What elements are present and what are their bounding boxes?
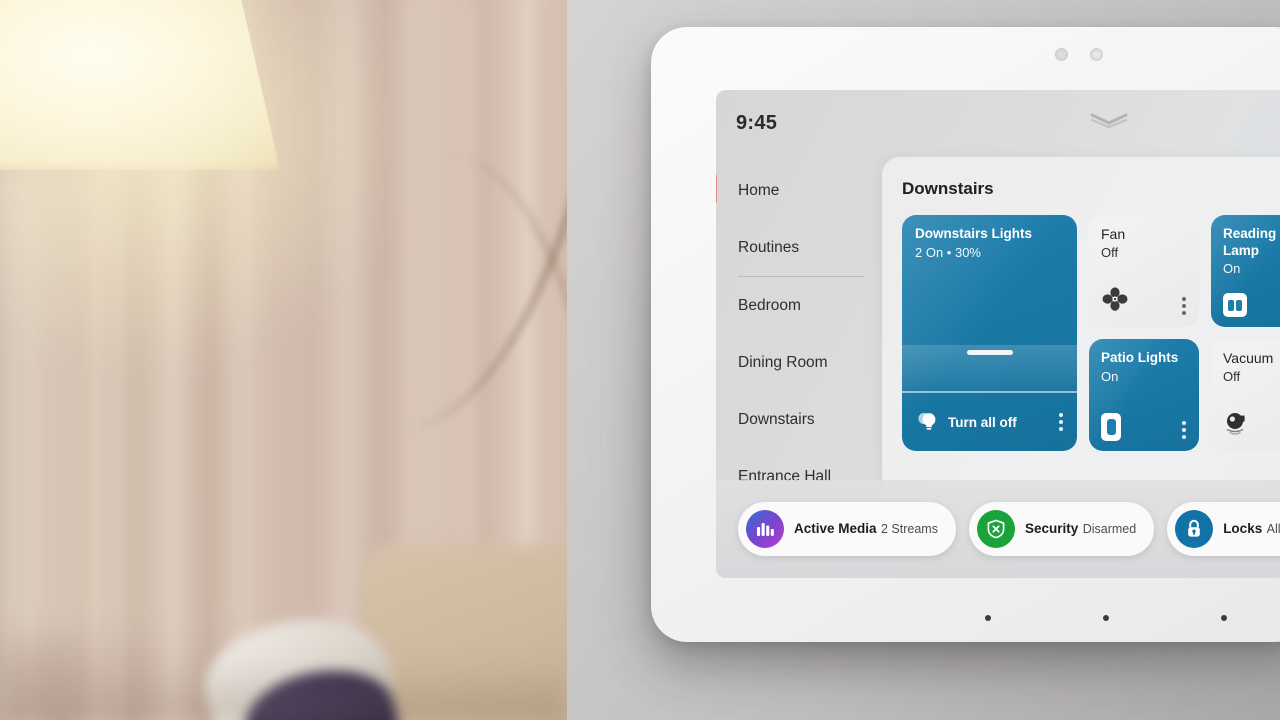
lightbulb-icon (915, 409, 939, 436)
chip-active-media[interactable]: Active Media 2 Streams (738, 502, 956, 556)
camera-icon (1055, 48, 1068, 61)
sensor-cluster (1055, 48, 1103, 61)
shield-x-icon (976, 510, 1015, 548)
sidebar-item-label: Home (738, 181, 780, 199)
chip-text: Locks All locked (1223, 520, 1280, 538)
lamp-shade-icon (0, 0, 280, 170)
tile-label: Vacuum (1223, 350, 1274, 366)
light-switch-icon[interactable] (1101, 413, 1121, 441)
chip-text: Active Media 2 Streams (794, 520, 938, 538)
sidebar-item-label: Bedroom (738, 296, 801, 314)
chevron-down-icon[interactable] (1088, 112, 1130, 128)
chip-title: Locks (1223, 521, 1263, 536)
sidebar-item-label: Downstairs (738, 410, 815, 428)
tile-state: 2 On • 30% (915, 244, 981, 260)
tile-state: Off (1223, 369, 1241, 385)
sidebar-item-routines[interactable]: Routines (716, 219, 882, 276)
status-bar: 9:45 (716, 90, 1280, 152)
tile-column-middle: Fan Off Patio Lights On (1089, 215, 1199, 451)
bezel-dot (1221, 615, 1227, 621)
lamp-body (0, 160, 258, 640)
tile-icon-row (1223, 410, 1280, 451)
kebab-menu-icon[interactable] (1180, 419, 1188, 441)
turn-all-off-button[interactable]: Turn all off (902, 393, 1077, 451)
tile-label: Fan (1101, 226, 1126, 242)
tile-column-right: Reading Lamp On Vacuum Off (1211, 215, 1280, 451)
tile-icon-row (1223, 293, 1280, 327)
ambient-sensor-icon (1090, 48, 1103, 61)
padlock-icon (1175, 510, 1214, 548)
tile-state: On (1101, 368, 1119, 384)
sidebar-item-label: Dining Room (738, 353, 828, 371)
light-switch-icon[interactable] (1223, 293, 1247, 317)
tile-icon-row (1101, 413, 1188, 451)
sidebar-item-dining-room[interactable]: Dining Room (716, 334, 882, 391)
tile-patio-lights[interactable]: Patio Lights On (1089, 339, 1199, 451)
tile-label: Reading Lamp (1223, 226, 1277, 258)
turn-all-off-label: Turn all off (948, 414, 1017, 430)
device-screen: 9:45 Home Routines Bedroom Dining Room D… (716, 90, 1280, 578)
chip-security[interactable]: Security Disarmed (968, 502, 1155, 556)
chip-subtitle: Disarmed (1082, 522, 1137, 536)
tile-label: Downstairs Lights (915, 226, 1033, 241)
device-tile-grid: Downstairs Lights 2 On • 30% Turn all of… (902, 215, 1280, 451)
tile-label: Patio Lights (1101, 350, 1179, 365)
chip-title: Security (1024, 521, 1079, 536)
tile-downstairs-lights[interactable]: Downstairs Lights 2 On • 30% Turn all of… (902, 215, 1077, 451)
room-photo (0, 0, 567, 720)
brightness-slider[interactable] (902, 260, 1077, 391)
screenshot-stage: 9:45 Home Routines Bedroom Dining Room D… (0, 0, 1280, 720)
tile-state: On (1223, 261, 1241, 277)
chip-subtitle: 2 Streams (880, 522, 938, 536)
status-chip-bar: Active Media 2 Streams Security Disarmed (716, 480, 1280, 578)
clock: 9:45 (736, 112, 778, 134)
tile-vacuum[interactable]: Vacuum Off (1211, 339, 1280, 451)
sidebar-item-label: Routines (738, 238, 800, 256)
brightness-slider-handle[interactable] (966, 350, 1013, 355)
equalizer-icon (746, 510, 784, 548)
bezel-indicator-dots (985, 615, 1227, 621)
robot-vacuum-icon[interactable] (1223, 410, 1251, 441)
bezel-dot (985, 615, 991, 621)
tile-icon-row (1101, 286, 1188, 327)
kebab-menu-icon[interactable] (1180, 295, 1188, 317)
room-title: Downstairs (902, 179, 994, 198)
chip-text: Security Disarmed (1025, 520, 1136, 538)
tile-column-main: Downstairs Lights 2 On • 30% Turn all of… (902, 215, 1077, 451)
bezel-dot (1103, 615, 1109, 621)
fan-icon[interactable] (1101, 286, 1129, 317)
sidebar-item-bedroom[interactable]: Bedroom (716, 277, 882, 334)
chip-title: Active Media (794, 521, 877, 536)
tile-header: Downstairs Lights 2 On • 30% (902, 215, 1077, 260)
chip-locks[interactable]: Locks All locked (1167, 502, 1280, 556)
kebab-menu-icon[interactable] (1057, 411, 1065, 433)
tile-reading-lamp[interactable]: Reading Lamp On (1211, 215, 1280, 327)
sidebar-item-home[interactable]: Home (716, 162, 882, 219)
chip-subtitle: All locked (1266, 522, 1280, 536)
tile-fan[interactable]: Fan Off (1089, 215, 1199, 327)
tile-state: Off (1101, 245, 1119, 261)
floor-shadow (0, 660, 567, 720)
sidebar-item-downstairs[interactable]: Downstairs (716, 391, 882, 448)
